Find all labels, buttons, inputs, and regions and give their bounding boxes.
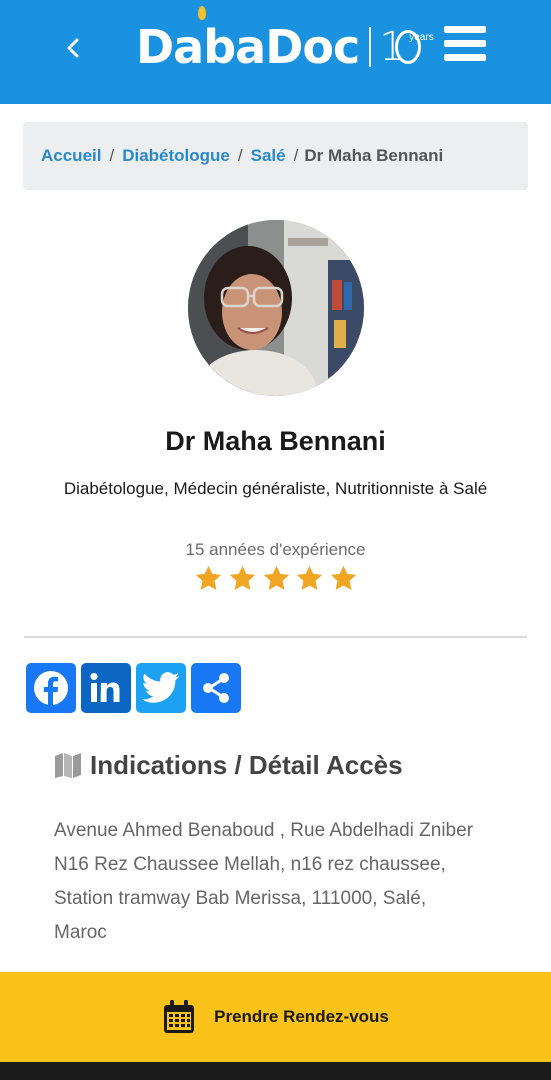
logo-separator: [369, 27, 372, 67]
book-appointment-button[interactable]: Prendre Rendez-vous: [0, 972, 551, 1062]
breadcrumb-home-link[interactable]: Accueil: [41, 146, 101, 166]
practice-address: Avenue Ahmed Benaboud , Rue Abdelhadi Zn…: [54, 820, 474, 943]
linkedin-share-button[interactable]: [81, 663, 131, 713]
star-icon: [229, 565, 255, 590]
twitter-share-button[interactable]: [136, 663, 186, 713]
generic-share-button[interactable]: [191, 663, 241, 713]
star-icon: [297, 565, 323, 590]
breadcrumb-separator: /: [109, 146, 115, 165]
star-icon: [330, 565, 357, 590]
doctor-name: Dr Maha Bennani: [165, 426, 386, 456]
book-appointment-label: Prendre Rendez-vous: [214, 1007, 389, 1026]
breadcrumb-separator: /: [293, 146, 299, 165]
doctor-experience: 15 années d'expérience: [185, 540, 366, 559]
doctor-specialties: Diabétologue, Médecin généraliste, Nutri…: [63, 479, 488, 498]
dabadoc-logo[interactable]: DabaDoc 1 years: [136, 12, 441, 82]
breadcrumb-current: Dr Maha Bennani: [304, 146, 444, 165]
star-icon: [263, 565, 289, 590]
app-header: DabaDoc 1 years: [0, 0, 551, 104]
breadcrumb: Accueil / Diabétologue / Salé / Dr Maha …: [23, 122, 528, 190]
candle-flame-icon: [198, 6, 206, 20]
indications-title: Indications / Détail Accès: [90, 749, 403, 780]
linkedin-icon: [90, 672, 120, 702]
share-icon: [203, 673, 229, 703]
chevron-left-icon: [67, 38, 79, 58]
map-icon: [55, 753, 81, 778]
anniversary-years: years: [409, 32, 434, 43]
system-navigation-bar: [0, 1062, 551, 1080]
star-icon: [195, 565, 222, 590]
indications-heading: Indications / Détail Accès: [54, 748, 403, 782]
facebook-icon: [34, 671, 68, 705]
twitter-icon: [142, 672, 180, 703]
anniversary-badge: 1 years: [379, 24, 434, 70]
facebook-share-button[interactable]: [26, 663, 76, 713]
breadcrumb-city-link[interactable]: Salé: [251, 146, 286, 166]
hamburger-menu-button[interactable]: [444, 26, 486, 62]
rating-stars: [194, 564, 358, 596]
breadcrumb-specialty-link[interactable]: Diabétologue: [122, 146, 230, 166]
breadcrumb-separator: /: [237, 146, 243, 165]
doctor-avatar: [188, 220, 364, 396]
divider: [24, 636, 527, 638]
calendar-icon: [164, 1000, 195, 1033]
logo-text: DabaDoc: [136, 20, 360, 74]
back-button[interactable]: [58, 30, 88, 66]
